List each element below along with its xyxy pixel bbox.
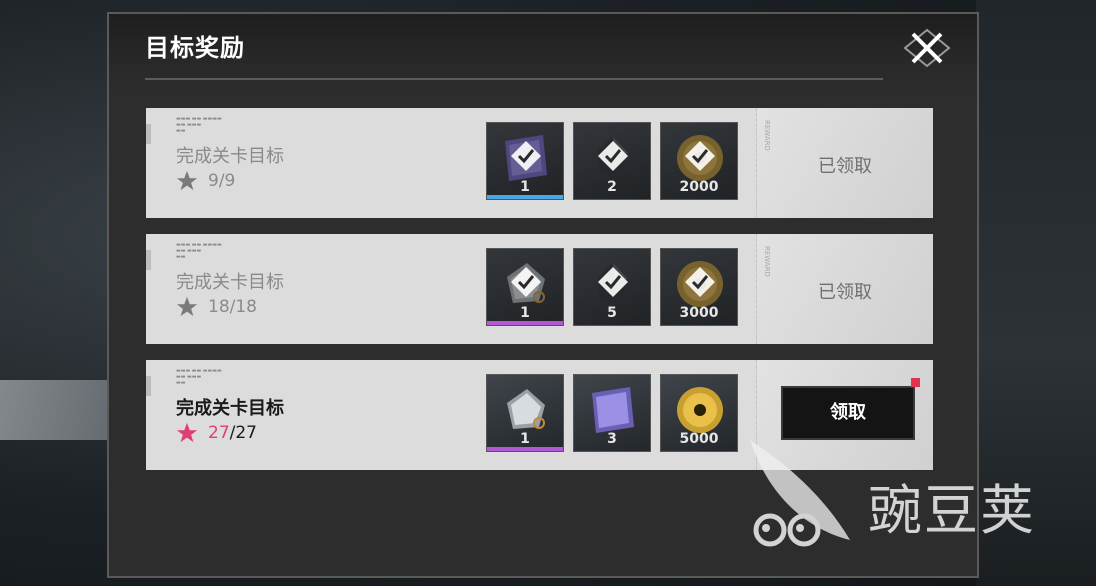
reward-qty: 2000	[679, 179, 719, 195]
reward-qty: 2	[607, 179, 617, 195]
close-x-icon	[903, 28, 951, 68]
checkmark-icon	[598, 267, 628, 297]
background-panel-left	[0, 380, 110, 440]
row-edge-mark	[146, 124, 151, 144]
row-deco-text: ▬▬▬ ▬▬ ▬▬▬▬ ▬▬ ▬▬▬ ▬▬	[176, 242, 222, 260]
side-deco-text: REWARD	[763, 246, 771, 277]
reward-item[interactable]: 1	[486, 374, 564, 452]
reward-item[interactable]: 2000	[660, 122, 738, 200]
star-icon	[176, 296, 198, 317]
notification-dot	[911, 378, 920, 387]
goal-progress: 27/27	[176, 422, 257, 444]
reward-qty: 1	[520, 431, 530, 447]
claimed-status: 已领取	[818, 156, 872, 177]
reward-item[interactable]: 3000	[660, 248, 738, 326]
reward-qty: 5000	[679, 431, 719, 447]
reward-item[interactable]: 5	[573, 248, 651, 326]
silver-tag-icon	[507, 389, 545, 429]
star-icon	[176, 170, 198, 191]
goal-label: 完成关卡目标	[176, 146, 284, 167]
goal-progress: 9/9	[176, 170, 235, 192]
progress-text: 27/27	[208, 423, 257, 443]
reward-item[interactable]: 1	[486, 122, 564, 200]
watermark-text: 豌豆荚	[868, 479, 1036, 542]
gold-coin-icon	[677, 387, 723, 433]
checkmark-icon	[511, 141, 541, 171]
goal-row-2: ▬▬▬ ▬▬ ▬▬▬▬ ▬▬ ▬▬▬ ▬▬ 完成关卡目标 18/18 1 5 3…	[146, 234, 933, 344]
checkmark-icon	[511, 267, 541, 297]
claim-area: REWARD 已领取	[756, 234, 933, 344]
progress-done: 27	[208, 423, 230, 443]
reward-list: 1 3 5000	[486, 374, 738, 452]
progress-text: 18/18	[208, 297, 257, 317]
star-icon	[176, 422, 198, 443]
reward-qty: 1	[520, 305, 530, 321]
reward-qty: 1	[520, 179, 530, 195]
progress-total: /27	[229, 423, 257, 443]
title-divider	[145, 78, 883, 80]
reward-list: 1 2 2000	[486, 122, 738, 200]
row-edge-mark	[146, 376, 151, 396]
watermark: 豌豆荚	[740, 430, 1070, 560]
pea-pod-logo-icon	[750, 440, 850, 547]
goal-progress: 18/18	[176, 296, 257, 318]
reward-item[interactable]: 5000	[660, 374, 738, 452]
reward-item[interactable]: 2	[573, 122, 651, 200]
checkmark-icon	[685, 141, 715, 171]
goal-label: 完成关卡目标	[176, 272, 284, 293]
purple-ticket-icon	[592, 387, 634, 433]
reward-qty: 5	[607, 305, 617, 321]
dialog-title: 目标奖励	[145, 34, 245, 62]
goal-label: 完成关卡目标	[176, 398, 284, 419]
row-edge-mark	[146, 250, 151, 270]
progress-text: 9/9	[208, 171, 236, 191]
row-deco-text: ▬▬▬ ▬▬ ▬▬▬▬ ▬▬ ▬▬▬ ▬▬	[176, 116, 222, 134]
close-button[interactable]	[901, 28, 953, 68]
reward-qty: 3	[607, 431, 617, 447]
reward-list: 1 5 3000	[486, 248, 738, 326]
claimed-status: 已领取	[818, 282, 872, 303]
side-deco-text: REWARD	[763, 120, 771, 151]
row-deco-text: ▬▬▬ ▬▬ ▬▬▬▬ ▬▬ ▬▬▬ ▬▬	[176, 368, 222, 386]
goal-row-1: ▬▬▬ ▬▬ ▬▬▬▬ ▬▬ ▬▬▬ ▬▬ 完成关卡目标 9/9 1 2 200…	[146, 108, 933, 218]
claim-area: REWARD 已领取	[756, 108, 933, 218]
reward-item[interactable]: 1	[486, 248, 564, 326]
checkmark-icon	[685, 267, 715, 297]
reward-qty: 3000	[679, 305, 719, 321]
reward-item[interactable]: 3	[573, 374, 651, 452]
checkmark-icon	[598, 141, 628, 171]
